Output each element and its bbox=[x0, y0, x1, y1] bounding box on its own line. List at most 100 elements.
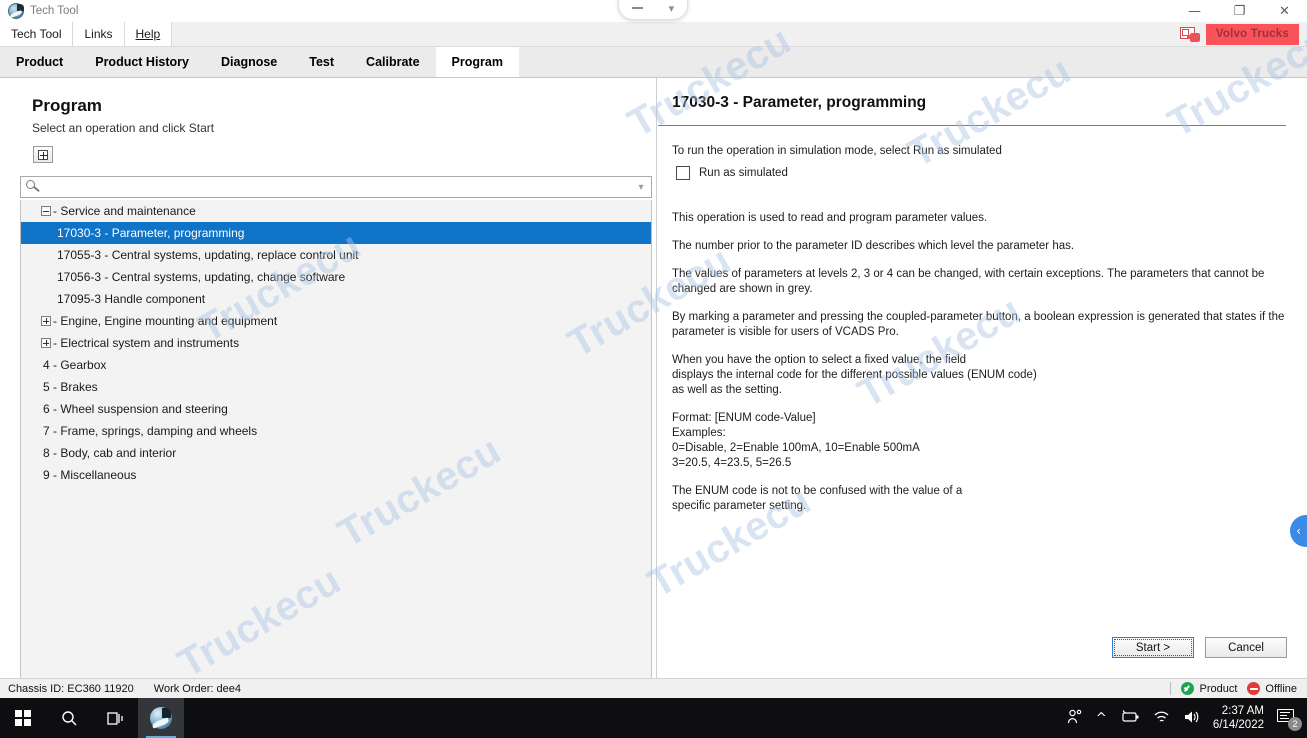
tab-product[interactable]: Product bbox=[0, 47, 79, 77]
tab-diagnose[interactable]: Diagnose bbox=[205, 47, 293, 77]
expand-plus-icon[interactable] bbox=[41, 316, 51, 326]
message-connector-icon[interactable] bbox=[1179, 26, 1200, 42]
tree-item-label: 2 - Engine, Engine mounting and equipmen… bbox=[43, 314, 278, 328]
wifi-icon[interactable] bbox=[1153, 710, 1170, 727]
main-tab-bar: Product Product History Diagnose Test Ca… bbox=[0, 47, 1307, 78]
expand-plus-icon[interactable] bbox=[41, 338, 51, 348]
description-line: The ENUM code is not to be confused with… bbox=[672, 485, 963, 497]
tree-item-label: 8 - Body, cab and interior bbox=[43, 446, 177, 460]
floating-toolbar-pill[interactable]: ▾ bbox=[618, 0, 688, 20]
menu-item-tech-tool[interactable]: Tech Tool bbox=[0, 22, 74, 46]
status-divider bbox=[1170, 682, 1172, 695]
menu-item-help[interactable]: Help bbox=[124, 22, 173, 46]
task-view-icon[interactable] bbox=[92, 698, 138, 738]
battery-icon[interactable] bbox=[1120, 710, 1140, 726]
dash-icon[interactable] bbox=[631, 7, 643, 9]
description-line: Examples: bbox=[672, 427, 726, 439]
cancel-button[interactable]: Cancel bbox=[1205, 637, 1287, 658]
expand-all-button[interactable] bbox=[33, 146, 53, 163]
menu-item-help-label: Help bbox=[135, 27, 161, 41]
notification-count: 2 bbox=[1288, 717, 1302, 731]
tab-program[interactable]: Program bbox=[435, 47, 519, 77]
tree-item[interactable]: 7 - Frame, springs, damping and wheels bbox=[21, 420, 651, 442]
tree-item-label: 1 - Service and maintenance bbox=[43, 204, 196, 218]
tree-item[interactable]: 17056-3 - Central systems, updating, cha… bbox=[21, 266, 651, 288]
operation-details-pane: 17030-3 - Parameter, programming To run … bbox=[658, 78, 1307, 678]
chassis-id: Chassis ID: EC360 11920 bbox=[8, 682, 134, 695]
tree-item[interactable]: 17095-3 Handle component bbox=[21, 288, 651, 310]
chevron-up-icon[interactable]: ^ bbox=[1096, 712, 1107, 725]
description-paragraph: This operation is used to read and progr… bbox=[672, 212, 988, 224]
tree-item[interactable]: 1 - Service and maintenance bbox=[21, 200, 651, 222]
operation-tree[interactable]: 1 - Service and maintenance 17030-3 - Par… bbox=[20, 200, 652, 695]
tree-item-label: 7 - Frame, springs, damping and wheels bbox=[43, 424, 258, 438]
start-button[interactable]: Start > bbox=[1112, 637, 1194, 658]
menu-bar: Tech Tool Links Help Volvo Trucks bbox=[0, 22, 1307, 47]
app-window: Tech Tool — ❐ ✕ ▾ Tech Tool Links Help V… bbox=[0, 0, 1307, 738]
volume-icon[interactable] bbox=[1183, 710, 1200, 727]
tab-product-history[interactable]: Product History bbox=[79, 47, 205, 77]
run-as-simulated-checkbox[interactable] bbox=[676, 166, 690, 180]
description-line: When you have the option to select a fix… bbox=[672, 354, 967, 366]
taskbar-clock[interactable]: 2:37 AM 6/14/2022 bbox=[1213, 704, 1264, 732]
people-icon[interactable] bbox=[1067, 709, 1083, 727]
taskbar-app-tech-tool[interactable] bbox=[138, 698, 184, 738]
minimize-icon[interactable]: — bbox=[1172, 0, 1217, 22]
tree-item-label: 4 - Gearbox bbox=[43, 358, 107, 372]
description-paragraph: The values of parameters at levels 2, 3 … bbox=[672, 268, 1265, 295]
tree-item-label: 5 - Brakes bbox=[43, 380, 98, 394]
tree-item[interactable]: 9 - Miscellaneous bbox=[21, 464, 651, 486]
tree-item-label: 3 - Electrical system and instruments bbox=[43, 336, 240, 350]
maximize-icon[interactable]: ❐ bbox=[1217, 0, 1262, 22]
tree-item[interactable]: 3 - Electrical system and instruments bbox=[21, 332, 651, 354]
tree-item[interactable]: 4 - Gearbox bbox=[21, 354, 651, 376]
tree-item[interactable]: 2 - Engine, Engine mounting and equipmen… bbox=[21, 310, 651, 332]
title-divider bbox=[658, 125, 1286, 126]
tree-item[interactable]: 17030-3 - Parameter, programming bbox=[21, 222, 651, 244]
windows-start-icon[interactable] bbox=[0, 698, 46, 738]
run-as-simulated-row[interactable]: Run as simulated bbox=[676, 166, 788, 180]
search-icon bbox=[21, 177, 43, 197]
status-badge-connection: Offline bbox=[1247, 682, 1297, 695]
tree-item[interactable]: 5 - Brakes bbox=[21, 376, 651, 398]
search-bar[interactable]: ▾ bbox=[20, 176, 652, 198]
collapse-minus-icon[interactable] bbox=[41, 206, 51, 216]
menu-bar-right: Volvo Trucks bbox=[1179, 22, 1307, 46]
brand-badge: Volvo Trucks bbox=[1205, 23, 1299, 45]
status-bar-left: Chassis ID: EC360 11920 Work Order: dee4 bbox=[0, 683, 241, 695]
description-line: displays the internal code for the diffe… bbox=[672, 369, 1037, 381]
status-badge-product: Product bbox=[1181, 682, 1237, 695]
description-paragraph: By marking a parameter and pressing the … bbox=[672, 311, 1285, 338]
tab-calibrate[interactable]: Calibrate bbox=[350, 47, 436, 77]
search-icon[interactable] bbox=[46, 698, 92, 738]
window-title: Tech Tool bbox=[30, 5, 79, 17]
tree-item[interactable]: 6 - Wheel suspension and steering bbox=[21, 398, 651, 420]
page-subtitle: Select an operation and click Start bbox=[32, 121, 215, 135]
description-line: specific parameter setting. bbox=[672, 500, 807, 512]
close-icon[interactable]: ✕ bbox=[1262, 0, 1307, 22]
tree-item-label: 17030-3 - Parameter, programming bbox=[57, 226, 245, 240]
work-order: Work Order: dee4 bbox=[153, 682, 241, 695]
menu-item-links[interactable]: Links bbox=[73, 22, 125, 46]
description-paragraph: The number prior to the parameter ID des… bbox=[672, 240, 1075, 252]
operation-description: This operation is used to read and progr… bbox=[672, 211, 1288, 527]
tree-item[interactable]: 17055-3 - Central systems, updating, rep… bbox=[21, 244, 651, 266]
tree-item[interactable]: 8 - Body, cab and interior bbox=[21, 442, 651, 464]
description-line: as well as the setting. bbox=[672, 384, 782, 396]
description-line: 3=20.5, 4=23.5, 5=26.5 bbox=[672, 457, 792, 469]
tree-item-label: 17055-3 - Central systems, updating, rep… bbox=[57, 248, 359, 262]
chevron-down-icon[interactable]: ▾ bbox=[669, 3, 675, 14]
product-status-label: Product bbox=[1199, 682, 1238, 695]
tab-test[interactable]: Test bbox=[293, 47, 350, 77]
status-bar-right: Product Offline bbox=[1170, 682, 1307, 695]
tree-item-label: 17056-3 - Central systems, updating, cha… bbox=[57, 270, 346, 284]
windows-taskbar: ^ 2:37 AM 6/14/2022 2 bbox=[0, 698, 1307, 738]
system-tray: ^ 2:37 AM 6/14/2022 2 bbox=[1067, 704, 1307, 732]
tree-item-label: 9 - Miscellaneous bbox=[43, 468, 137, 482]
notification-icon[interactable]: 2 bbox=[1277, 707, 1302, 731]
status-bar: Chassis ID: EC360 11920 Work Order: dee4… bbox=[0, 678, 1307, 698]
chevron-down-icon[interactable]: ▾ bbox=[631, 177, 651, 197]
search-input[interactable] bbox=[43, 180, 631, 194]
expand-plus-icon bbox=[38, 149, 48, 160]
enum-note-block: The ENUM code is not to be confused with… bbox=[672, 484, 1288, 514]
